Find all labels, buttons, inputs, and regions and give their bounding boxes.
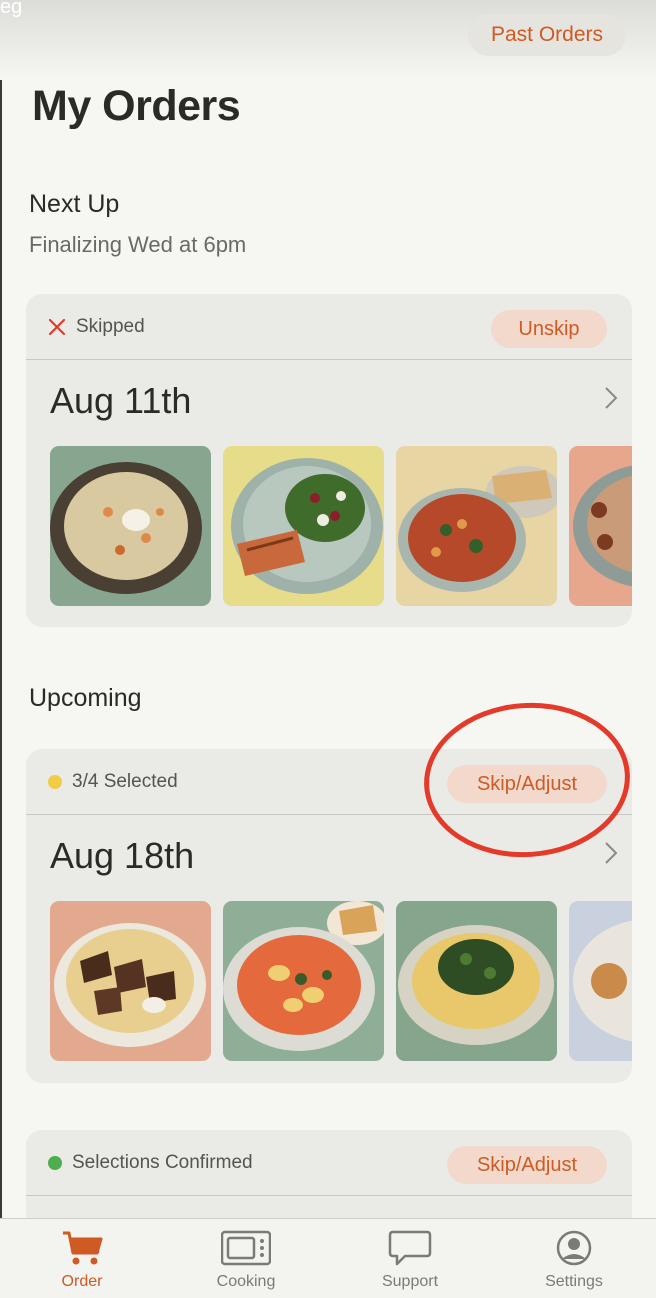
order-status: Selections Confirmed xyxy=(48,1130,253,1196)
microwave-icon xyxy=(221,1230,271,1266)
meal-image-plated-dish[interactable] xyxy=(569,901,632,1061)
meal-thumbnails xyxy=(50,901,632,1061)
page-title: My Orders xyxy=(32,82,241,130)
status-label: Skipped xyxy=(76,316,145,337)
order-status: Skipped xyxy=(48,294,145,360)
user-circle-icon xyxy=(556,1230,592,1266)
past-orders-button[interactable]: Past Orders xyxy=(468,14,626,56)
meal-image-greens-polenta[interactable] xyxy=(396,901,557,1061)
tab-label: Settings xyxy=(545,1273,603,1290)
meal-image-salmon-salad[interactable] xyxy=(223,446,384,606)
meal-image-beef-stroganoff[interactable] xyxy=(50,901,211,1061)
delivery-date: Aug 11th xyxy=(50,380,192,421)
meal-image-tortellini-soup[interactable] xyxy=(223,901,384,1061)
order-card-aug-11[interactable]: Skipped Unskip Aug 11th xyxy=(26,294,632,627)
skip-adjust-button[interactable]: Skip/Adjust xyxy=(447,1146,607,1184)
chevron-right-icon[interactable] xyxy=(604,386,618,410)
tab-settings[interactable]: Settings xyxy=(514,1219,634,1298)
tab-label: Cooking xyxy=(216,1273,276,1290)
corner-text: eg xyxy=(0,0,23,18)
meal-image-pasta[interactable] xyxy=(569,446,632,606)
status-dot-yellow xyxy=(48,775,62,789)
tab-order[interactable]: Order xyxy=(22,1219,142,1298)
divider xyxy=(26,1195,632,1196)
upcoming-heading: Upcoming xyxy=(29,684,142,712)
finalizing-text: Finalizing Wed at 6pm xyxy=(29,232,247,257)
order-status: 3/4 Selected xyxy=(48,749,178,815)
window-edge xyxy=(0,0,2,1298)
meal-image-risotto[interactable] xyxy=(50,446,211,606)
close-icon xyxy=(48,318,66,336)
delivery-date: Aug 18th xyxy=(50,835,195,876)
tab-label: Support xyxy=(381,1273,439,1290)
tab-bar: Order Cooking Support Settings xyxy=(0,1218,656,1298)
meal-thumbnails xyxy=(50,446,632,606)
status-dot-green xyxy=(48,1156,62,1170)
meal-image-tomato-stew[interactable] xyxy=(396,446,557,606)
card-header: Skipped Unskip xyxy=(26,294,632,360)
divider xyxy=(26,359,632,360)
tab-support[interactable]: Support xyxy=(350,1219,470,1298)
cart-icon xyxy=(63,1231,103,1265)
status-label: 3/4 Selected xyxy=(72,771,178,792)
next-up-heading: Next Up xyxy=(29,190,120,218)
status-label: Selections Confirmed xyxy=(72,1152,253,1173)
tab-label: Order xyxy=(61,1273,103,1290)
unskip-button[interactable]: Unskip xyxy=(491,310,607,348)
chat-bubble-icon xyxy=(388,1230,432,1266)
tab-cooking[interactable]: Cooking xyxy=(186,1219,306,1298)
chevron-right-icon[interactable] xyxy=(604,841,618,865)
card-header: Selections Confirmed Skip/Adjust xyxy=(26,1130,632,1196)
